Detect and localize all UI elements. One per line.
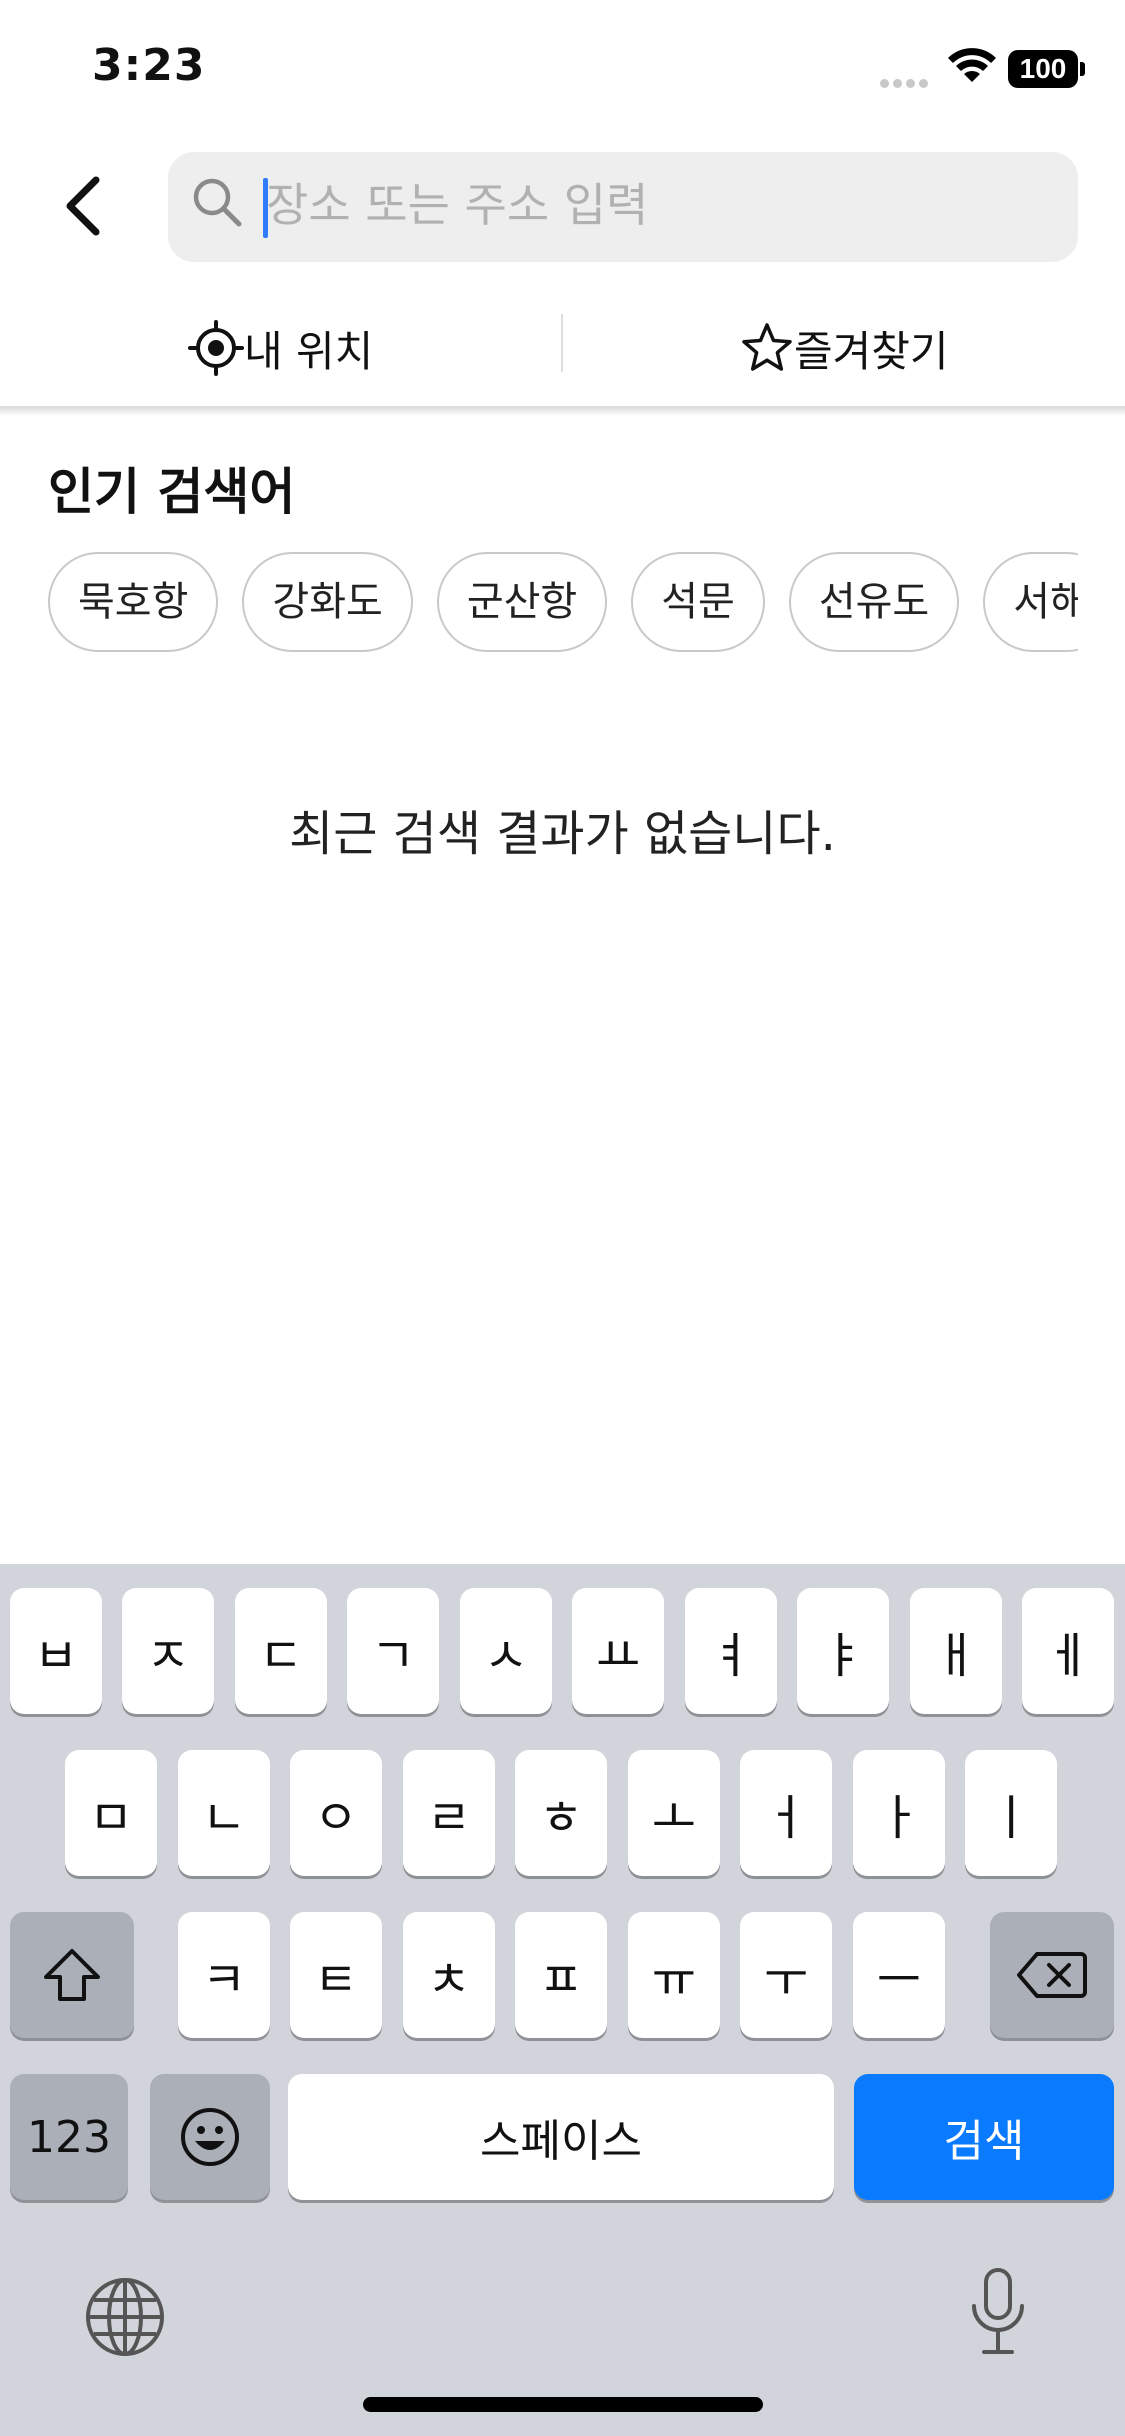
key-letter[interactable]: ㅍ bbox=[515, 1912, 607, 2038]
key-letter[interactable]: ㅕ bbox=[685, 1588, 777, 1714]
my-location-button[interactable]: 내 위치 bbox=[188, 298, 373, 398]
key-letter[interactable]: ㅡ bbox=[853, 1912, 945, 2038]
key-letter[interactable]: ㅜ bbox=[740, 1912, 832, 2038]
smiley-icon bbox=[181, 2108, 239, 2166]
key-letter[interactable]: ㄷ bbox=[235, 1588, 327, 1714]
key-letter[interactable]: ㅓ bbox=[740, 1750, 832, 1876]
back-button[interactable] bbox=[48, 160, 118, 250]
key-letter[interactable]: ㅁ bbox=[65, 1750, 157, 1876]
microphone-icon[interactable] bbox=[968, 2266, 1028, 2358]
popular-search-chip[interactable]: 군산항 bbox=[436, 552, 608, 652]
battery-tip bbox=[1080, 62, 1085, 76]
favorites-button[interactable]: 즐겨찾기 bbox=[740, 298, 949, 398]
delete-key[interactable] bbox=[990, 1912, 1114, 2038]
status-time: 3:23 bbox=[92, 40, 206, 91]
key-letter[interactable]: ㅑ bbox=[797, 1588, 889, 1714]
key-letter[interactable]: ㅠ bbox=[628, 1912, 720, 2038]
star-outline-icon bbox=[742, 323, 792, 371]
popular-searches-title: 인기 검색어 bbox=[48, 463, 296, 521]
popular-search-chip[interactable]: 서해 bbox=[983, 552, 1078, 652]
key-letter[interactable]: ㄱ bbox=[347, 1588, 439, 1714]
shift-key[interactable] bbox=[10, 1912, 134, 2038]
key-letter[interactable]: ㅈ bbox=[122, 1588, 214, 1714]
key-letter[interactable]: ㅛ bbox=[572, 1588, 664, 1714]
key-letter[interactable]: ㅊ bbox=[403, 1912, 495, 2038]
popular-search-chip[interactable]: 묵호항 bbox=[48, 552, 219, 652]
space-key[interactable]: 스페이스 bbox=[288, 2074, 834, 2200]
divider bbox=[561, 314, 563, 372]
key-letter[interactable]: ㅔ bbox=[1022, 1588, 1114, 1714]
key-letter[interactable]: ㅅ bbox=[460, 1588, 552, 1714]
numbers-key[interactable]: 123 bbox=[10, 2074, 128, 2200]
search-input[interactable] bbox=[266, 170, 1046, 240]
key-letter[interactable]: ㅐ bbox=[910, 1588, 1002, 1714]
key-letter[interactable]: ㅂ bbox=[10, 1588, 102, 1714]
key-letter[interactable]: ㅌ bbox=[290, 1912, 382, 2038]
magnifier-icon bbox=[193, 178, 242, 227]
popular-search-chips: 묵호항 강화도 군산항 석문 선유도 서해 bbox=[48, 552, 1078, 656]
key-letter[interactable]: ㅎ bbox=[515, 1750, 607, 1876]
globe-icon[interactable] bbox=[84, 2276, 166, 2358]
quick-actions-row: 내 위치 즐겨찾기 bbox=[0, 298, 1125, 410]
search-key[interactable]: 검색 bbox=[854, 2074, 1114, 2200]
popular-search-chip[interactable]: 석문 bbox=[631, 552, 765, 652]
my-location-label: 내 위치 bbox=[244, 326, 374, 376]
key-letter[interactable]: ㅇ bbox=[290, 1750, 382, 1876]
battery-icon: 100 bbox=[1008, 50, 1078, 88]
key-letter[interactable]: ㅋ bbox=[178, 1912, 270, 2038]
key-letter[interactable]: ㅗ bbox=[628, 1750, 720, 1876]
crosshair-icon bbox=[188, 320, 244, 376]
key-letter[interactable]: ㅣ bbox=[965, 1750, 1057, 1876]
key-letter[interactable]: ㄴ bbox=[178, 1750, 270, 1876]
popular-search-chip[interactable]: 강화도 bbox=[242, 552, 413, 652]
wifi-icon bbox=[948, 48, 996, 82]
key-letter[interactable]: ㅏ bbox=[853, 1750, 945, 1876]
recent-empty-message: 최근 검색 결과가 없습니다. bbox=[289, 806, 836, 862]
home-indicator[interactable] bbox=[363, 2397, 763, 2412]
chevron-left-icon bbox=[66, 176, 100, 236]
header-shadow bbox=[0, 406, 1125, 416]
popular-search-chip[interactable]: 선유도 bbox=[788, 552, 960, 652]
cellular-signal-icon bbox=[880, 73, 932, 88]
keyboard: ㅂ ㅈ ㄷ ㄱ ㅅ ㅛ ㅕ ㅑ ㅐ ㅔ ㅁ ㄴ ㅇ ㄹ ㅎ ㅗ ㅓ ㅏ ㅣ ㅋ … bbox=[0, 1564, 1125, 2436]
backspace-icon bbox=[1017, 1952, 1087, 1998]
emoji-key[interactable] bbox=[150, 2074, 270, 2200]
favorites-label: 즐겨찾기 bbox=[794, 326, 949, 376]
key-letter[interactable]: ㄹ bbox=[403, 1750, 495, 1876]
status-bar: 3:23 100 bbox=[0, 0, 1125, 140]
shift-arrow-icon bbox=[44, 1949, 100, 2001]
